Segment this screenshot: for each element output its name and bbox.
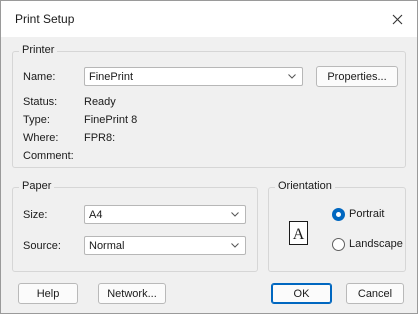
close-button[interactable]	[377, 1, 417, 37]
network-button[interactable]: Network...	[98, 283, 166, 304]
paper-source-value: Normal	[89, 240, 125, 252]
paper-source-select[interactable]: Normal	[84, 236, 246, 255]
landscape-radio[interactable]	[332, 238, 345, 251]
chevron-down-icon	[231, 212, 239, 217]
landscape-label[interactable]: Landscape	[349, 238, 403, 250]
ok-button[interactable]: OK	[271, 283, 332, 304]
status-value: Ready	[84, 96, 116, 108]
svg-text:A: A	[293, 226, 305, 243]
paper-group-label: Paper	[19, 180, 55, 192]
page-orientation-icon: A	[289, 221, 308, 245]
paper-group: Paper Size: A4 Source: Normal	[12, 180, 258, 272]
dialog-title: Print Setup	[15, 12, 75, 26]
type-label: Type:	[23, 114, 50, 126]
chevron-down-icon	[231, 243, 239, 248]
printer-group: Printer Name: FinePrint Properties... St…	[12, 44, 406, 168]
print-setup-dialog: Print Setup Printer Name: FinePrint Prop…	[0, 0, 418, 314]
title-bar: Print Setup	[1, 1, 417, 37]
help-button[interactable]: Help	[18, 283, 78, 304]
orientation-group: Orientation A Portrait Landscape	[268, 180, 406, 272]
cancel-button[interactable]: Cancel	[346, 283, 404, 304]
portrait-radio[interactable]	[332, 208, 345, 221]
printer-group-label: Printer	[19, 44, 58, 56]
printer-name-select[interactable]: FinePrint	[84, 67, 303, 86]
close-icon	[392, 14, 402, 24]
where-value: FPR8:	[84, 132, 116, 144]
chevron-down-icon	[288, 74, 296, 79]
source-label: Source:	[23, 240, 61, 252]
name-label: Name:	[23, 71, 56, 83]
paper-size-value: A4	[89, 209, 103, 221]
portrait-label[interactable]: Portrait	[349, 208, 384, 220]
where-label: Where:	[23, 132, 59, 144]
paper-size-select[interactable]: A4	[84, 205, 246, 224]
type-value: FinePrint 8	[84, 114, 138, 126]
size-label: Size:	[23, 209, 48, 221]
comment-label: Comment:	[23, 150, 74, 162]
properties-button[interactable]: Properties...	[316, 66, 398, 87]
orientation-group-label: Orientation	[275, 180, 335, 192]
status-label: Status:	[23, 96, 58, 108]
printer-name-value: FinePrint	[89, 71, 134, 83]
